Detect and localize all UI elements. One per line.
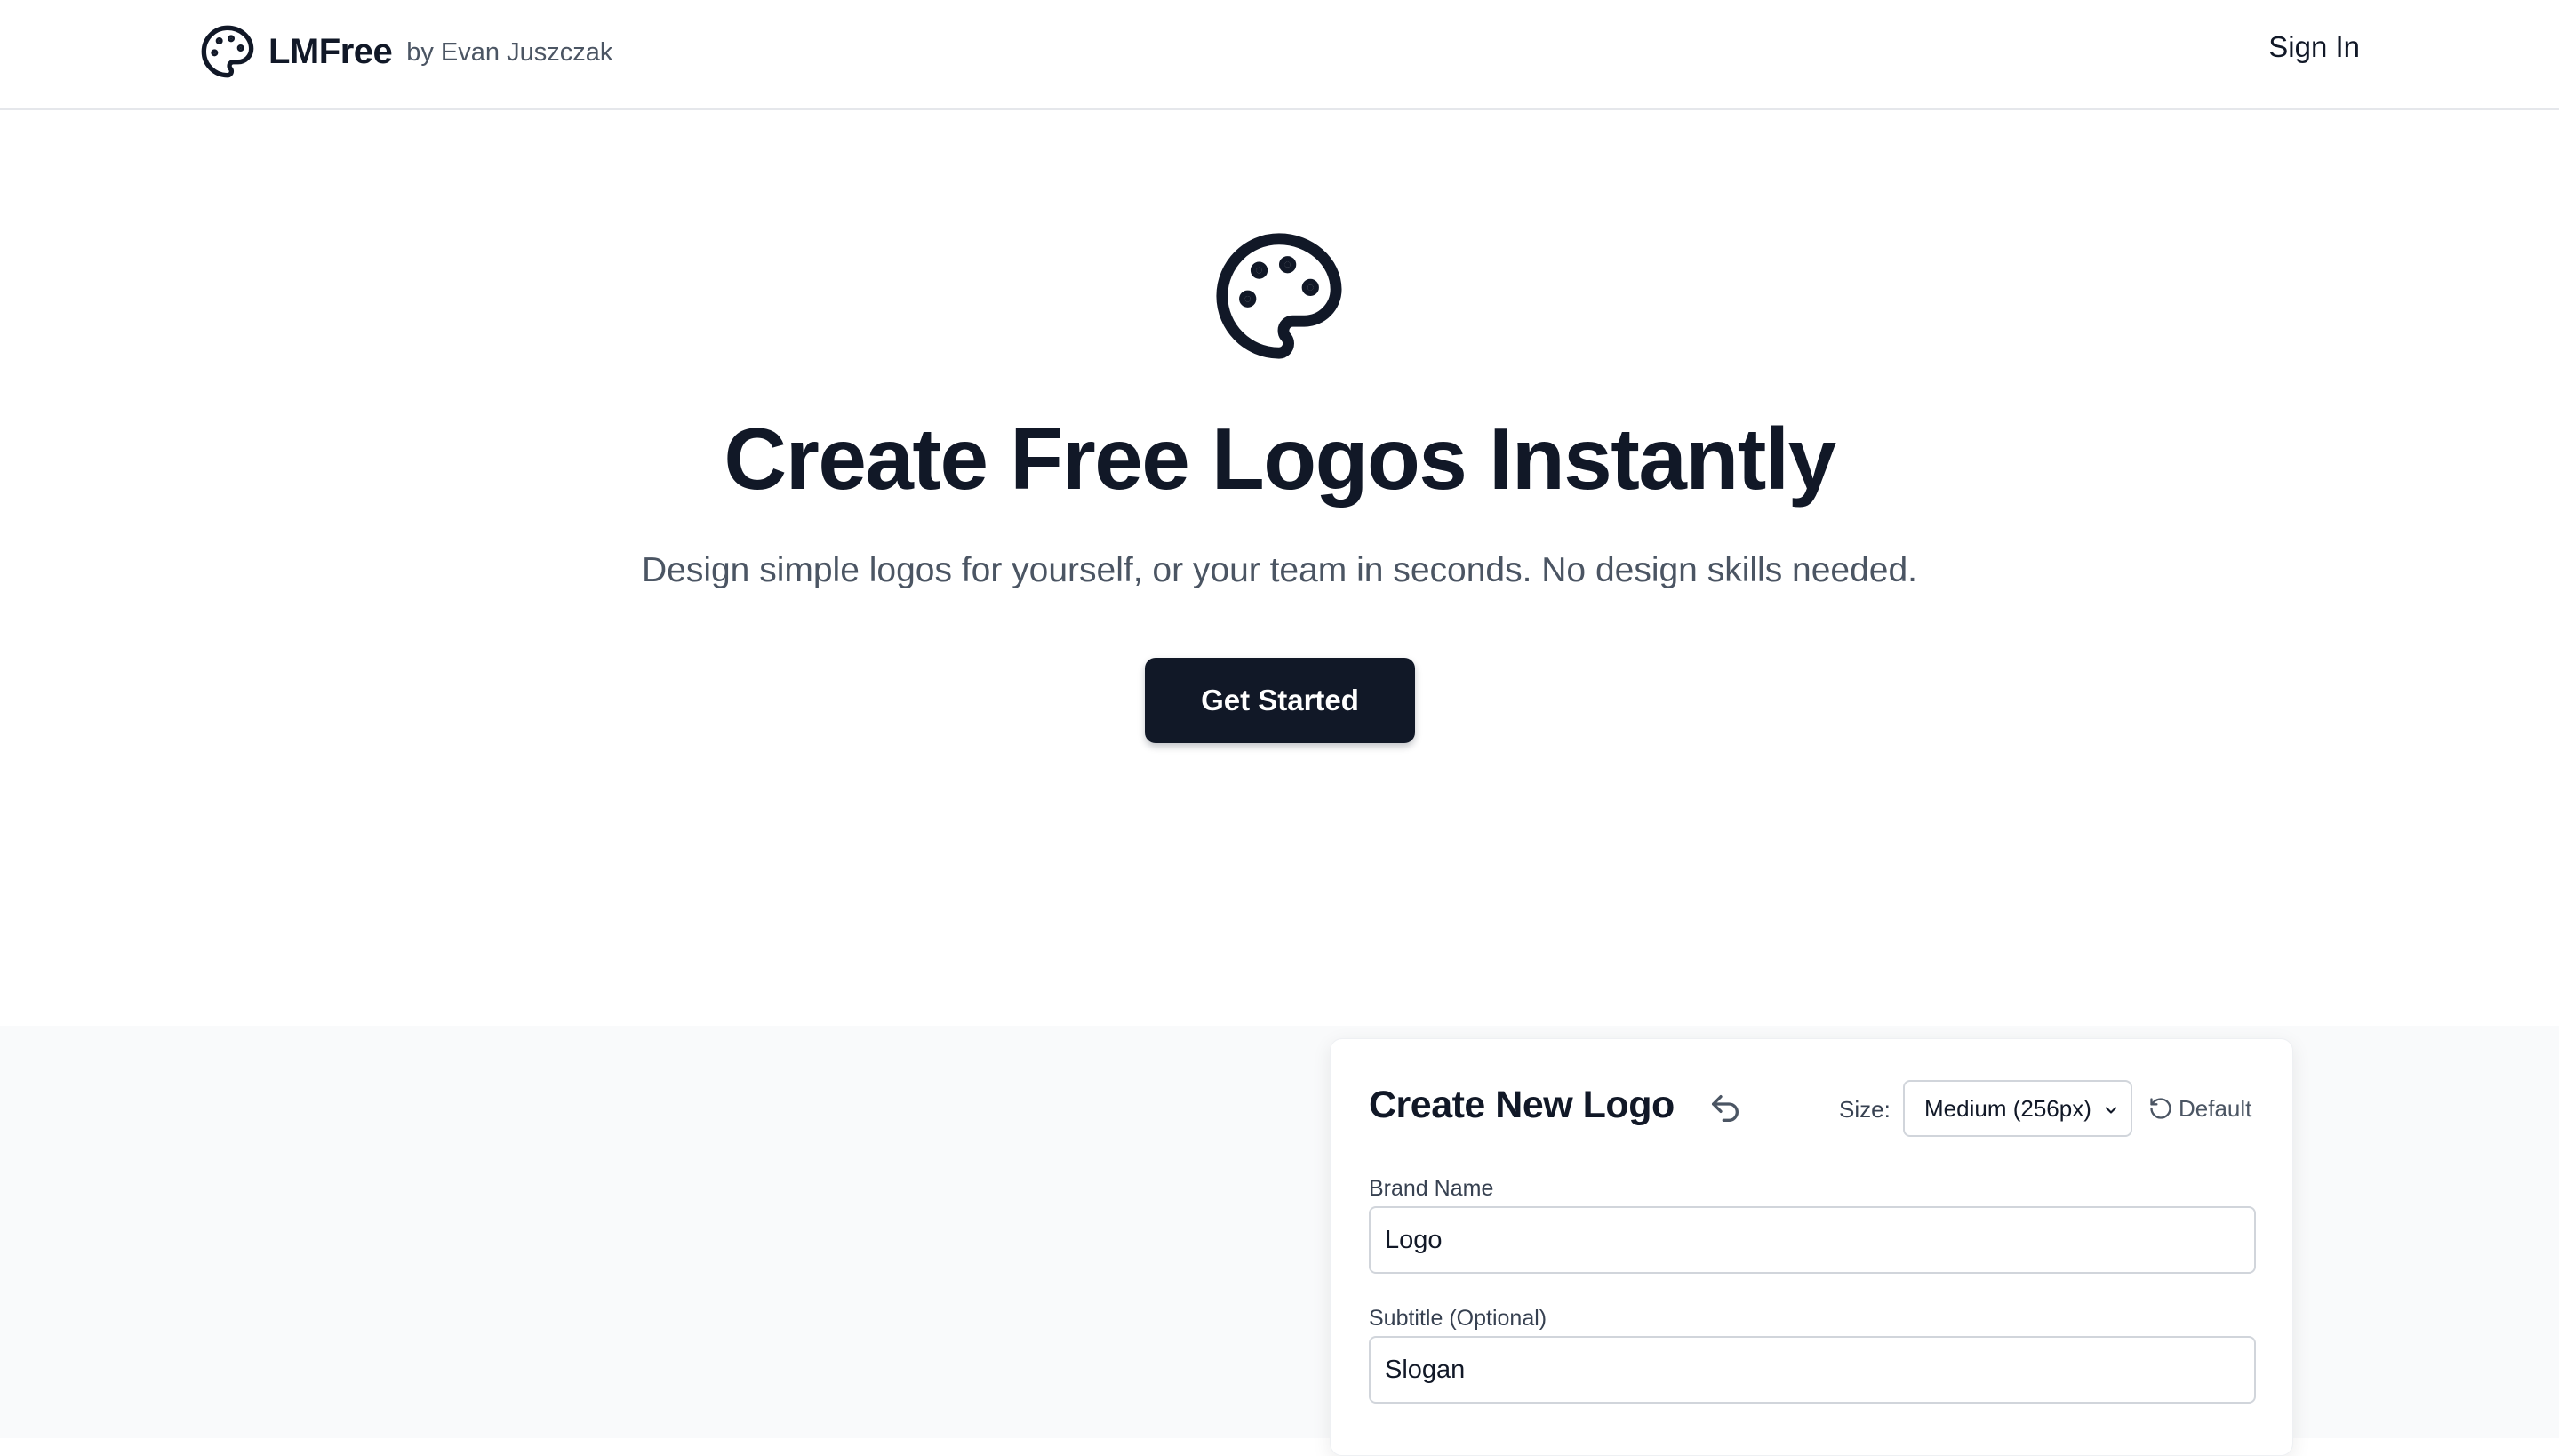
- card-title: Create New Logo: [1369, 1084, 1675, 1126]
- reset-default-label: Default: [2179, 1094, 2252, 1122]
- reset-icon: [2150, 1098, 2171, 1119]
- brand-name: LMFree: [268, 31, 393, 71]
- top-navbar: LMFree by Evan Juszczak Sign In: [0, 0, 2559, 110]
- brand-author: by Evan Juszczak: [406, 37, 613, 67]
- size-label: Size:: [1839, 1096, 1891, 1123]
- size-select-value: Medium (256px): [1924, 1094, 2091, 1122]
- undo-button[interactable]: [1707, 1091, 1743, 1126]
- hero-section: Create Free Logos Instantly Design simpl…: [0, 110, 2559, 1026]
- subtitle-label: Subtitle (Optional): [1369, 1306, 1547, 1331]
- brand-name-label: Brand Name: [1369, 1176, 1494, 1201]
- logo-editor-section: Create New Logo Size: Medium (256px) Def…: [0, 1026, 2559, 1456]
- palette-icon: [1216, 233, 1342, 359]
- chevron-down-icon: [2105, 1107, 2117, 1114]
- reset-default-button[interactable]: Default: [2148, 1091, 2251, 1126]
- create-logo-card: Create New Logo Size: Medium (256px) Def…: [1330, 1038, 2293, 1456]
- get-started-button[interactable]: Get Started: [1145, 658, 1415, 743]
- hero-subtitle: Design simple logos for yourself, or you…: [641, 551, 1918, 589]
- brand-home-link[interactable]: LMFree by Evan Juszczak: [199, 23, 612, 80]
- hero-title: Create Free Logos Instantly: [724, 410, 1836, 508]
- undo-icon: [1712, 1095, 1739, 1122]
- subtitle-input[interactable]: [1369, 1336, 2256, 1404]
- brand-name-input[interactable]: [1369, 1206, 2256, 1274]
- palette-icon: [201, 25, 254, 78]
- size-select[interactable]: Medium (256px): [1903, 1080, 2132, 1137]
- sign-in-button[interactable]: Sign In: [2268, 30, 2360, 64]
